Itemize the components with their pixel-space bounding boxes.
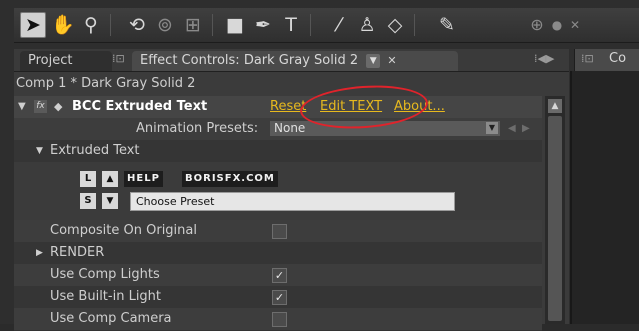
panel-menu-icon[interactable]: ⁞⊡: [112, 52, 125, 65]
panel-options-icon[interactable]: ⁞◀▶: [534, 52, 554, 65]
effect-controls-panel: Comp 1 * Dark Gray Solid 2 ▼ fx ◆ BCC Ex…: [14, 72, 569, 331]
chevron-down-icon[interactable]: ▼: [366, 53, 381, 68]
vertical-scrollbar[interactable]: ▲: [545, 96, 565, 324]
selection-arrow-icon[interactable]: ➤: [20, 12, 46, 38]
panel-tab-bar: Project ⁞⊡ Effect Controls: Dark Gray So…: [14, 49, 569, 72]
use-built-in-light-label: Use Built-in Light: [50, 289, 162, 304]
effect-header-row[interactable]: ▼ fx ◆ BCC Extruded Text Reset Edit TEXT…: [14, 96, 542, 119]
composite-on-original-row: Composite On Original: [14, 220, 542, 243]
effect-icon: ◆: [54, 100, 63, 113]
animation-presets-value: None: [274, 121, 306, 135]
bcc-custom-ui: L ▲ HELP BORISFX.COM S ▼ Choose Preset: [14, 162, 542, 220]
brush-icon[interactable]: ⁄: [326, 12, 352, 38]
orbit-camera-icon[interactable]: ⊚: [152, 12, 178, 38]
extruded-text-group-row[interactable]: ▼ Extruded Text: [14, 140, 542, 163]
use-comp-camera-row: Use Comp Camera: [14, 308, 542, 331]
eraser-icon[interactable]: ◇: [382, 12, 408, 38]
tools-toolbar: ➤ ✋ ⚲ ⟲ ⊚ ⊞ ■ ✒ T ⁄ ♙ ◇ ✎ ⊕ ● ✕: [14, 8, 639, 43]
composite-on-original-checkbox[interactable]: [272, 224, 287, 239]
borisfx-link[interactable]: BORISFX.COM: [182, 171, 278, 187]
toolbar-separator: [414, 14, 415, 36]
preset-next-icon[interactable]: ▶: [522, 118, 530, 140]
rotate-icon[interactable]: ⟲: [124, 12, 150, 38]
tab-project-label: Project: [28, 53, 73, 68]
puppet-pin-icon[interactable]: ✎: [434, 12, 460, 38]
world-axis-icon[interactable]: ✕: [562, 12, 588, 38]
load-preset-button[interactable]: L: [80, 171, 96, 187]
collapse-triangle-icon[interactable]: ▼: [36, 140, 43, 162]
render-group-label: RENDER: [50, 245, 105, 260]
toolbar-separator: [212, 14, 213, 36]
hand-icon[interactable]: ✋: [50, 12, 76, 38]
effect-name: BCC Extruded Text: [72, 99, 208, 114]
right-panel-tab[interactable]: ⁞⊡ Co: [574, 49, 639, 71]
use-comp-lights-row: Use Comp Lights ✓: [14, 264, 542, 287]
use-built-in-light-checkbox[interactable]: ✓: [272, 290, 287, 305]
save-preset-button[interactable]: S: [80, 193, 96, 209]
rectangle-mask-icon[interactable]: ■: [222, 12, 248, 38]
expand-triangle-icon[interactable]: ▶: [36, 242, 43, 264]
pan-behind-icon[interactable]: ⊞: [180, 12, 206, 38]
toolbar-separator: [110, 14, 111, 36]
animation-presets-row: Animation Presets: None ▼ ◀ ▶: [14, 118, 542, 141]
use-comp-lights-label: Use Comp Lights: [50, 267, 160, 282]
render-group-row[interactable]: ▶ RENDER: [14, 242, 542, 265]
help-button[interactable]: HELP: [124, 171, 163, 187]
choose-preset-field[interactable]: Choose Preset: [130, 192, 455, 211]
after-effects-window: ➤ ✋ ⚲ ⟲ ⊚ ⊞ ■ ✒ T ⁄ ♙ ◇ ✎ ⊕ ● ✕ Project …: [0, 0, 639, 331]
chevron-down-icon: ▼: [486, 122, 498, 134]
animation-presets-label: Animation Presets:: [136, 121, 259, 136]
preset-prev-icon[interactable]: ◀: [508, 118, 516, 140]
zoom-icon[interactable]: ⚲: [78, 12, 104, 38]
tab-effect-controls[interactable]: Effect Controls: Dark Gray Solid 2 ▼ ✕: [132, 51, 458, 71]
collapse-triangle-icon[interactable]: ▼: [18, 96, 26, 118]
triangle-down-icon[interactable]: ▼: [102, 193, 118, 209]
extruded-text-group-label: Extruded Text: [50, 143, 140, 158]
toolbar-separator: [310, 14, 311, 36]
panel-menu-icon: ⁞⊡: [581, 52, 594, 65]
triangle-up-icon[interactable]: ▲: [102, 171, 118, 187]
right-panel-tab-label: Co: [609, 51, 627, 66]
pen-icon[interactable]: ✒: [250, 12, 276, 38]
tab-effect-controls-label: Effect Controls: Dark Gray Solid 2: [140, 53, 359, 68]
use-comp-camera-label: Use Comp Camera: [50, 311, 172, 326]
clone-stamp-icon[interactable]: ♙: [354, 12, 380, 38]
tab-project[interactable]: Project: [20, 51, 112, 71]
use-comp-lights-checkbox[interactable]: ✓: [272, 268, 287, 283]
type-icon[interactable]: T: [278, 12, 304, 38]
scroll-thumb[interactable]: [548, 116, 562, 321]
use-comp-camera-checkbox[interactable]: [272, 312, 287, 327]
scroll-up-icon[interactable]: ▲: [548, 99, 562, 113]
fx-toggle-icon[interactable]: fx: [34, 100, 47, 113]
composition-viewer: [570, 71, 639, 324]
close-icon[interactable]: ✕: [387, 54, 396, 67]
use-built-in-light-row: Use Built-in Light ✓: [14, 286, 542, 309]
comp-layer-title: Comp 1 * Dark Gray Solid 2: [16, 76, 196, 91]
composite-on-original-label: Composite On Original: [50, 223, 197, 238]
